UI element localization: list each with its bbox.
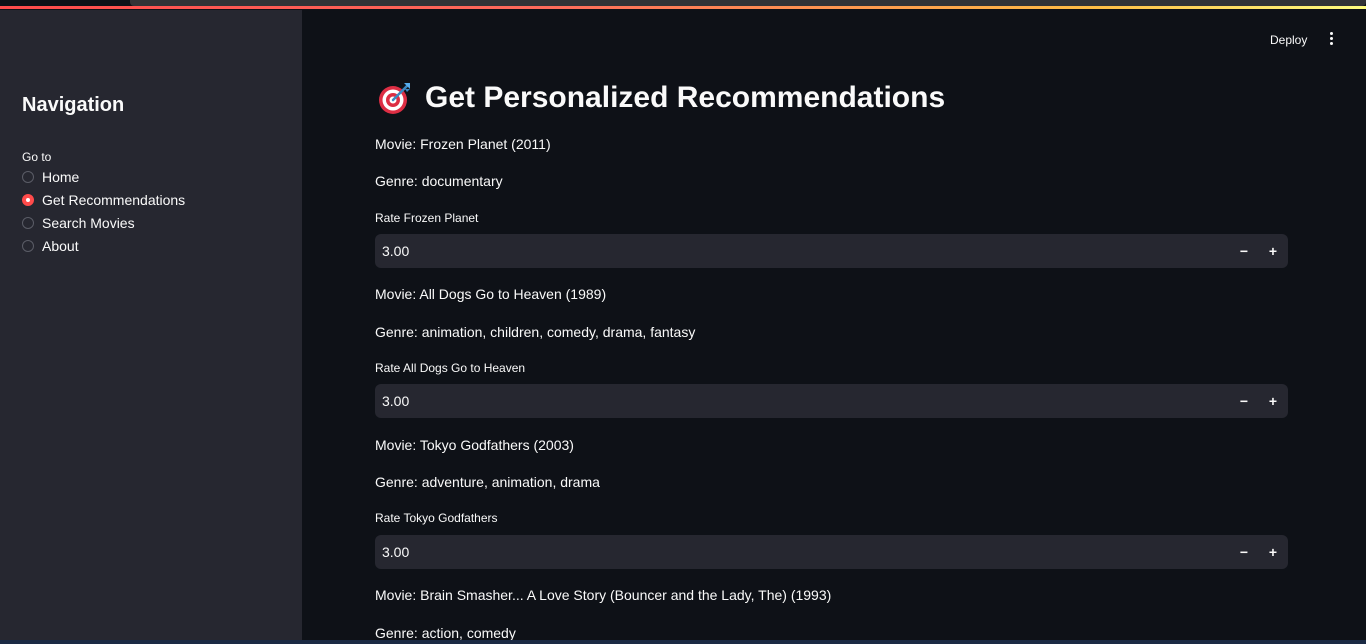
radio-circle-icon[interactable]: [22, 170, 34, 183]
rating-number-input: − +: [375, 535, 1288, 569]
decrement-button[interactable]: −: [1230, 384, 1258, 418]
movie-genre-line: Genre: animation, children, comedy, dram…: [375, 324, 696, 340]
radio-circle-icon[interactable]: [22, 216, 34, 229]
nav-option-label: Search Movies: [42, 214, 135, 231]
radio-circle-icon[interactable]: [22, 239, 34, 252]
top-gradient-bar: [0, 6, 1366, 9]
sidebar-title: Navigation: [22, 94, 125, 116]
rating-number-input: − +: [375, 384, 1288, 418]
top-decoration: [0, 0, 1366, 10]
radio-circle-selected-icon[interactable]: [22, 193, 34, 206]
rating-number-input: − +: [375, 234, 1288, 268]
nav-option-label: Home: [42, 168, 80, 185]
nav-option-get-recommendations[interactable]: Get Recommendations: [22, 188, 185, 211]
target-dart-icon: [379, 83, 410, 114]
rating-input-label: Rate All Dogs Go to Heaven: [375, 361, 526, 375]
rating-input-label: Rate Tokyo Godfathers: [375, 511, 498, 525]
decrement-button[interactable]: −: [1230, 234, 1258, 268]
nav-option-search-movies[interactable]: Search Movies: [22, 211, 185, 234]
nav-option-label: About: [42, 237, 79, 254]
main-menu-kebab-icon[interactable]: [1322, 30, 1340, 50]
increment-button[interactable]: +: [1259, 234, 1287, 268]
rating-field[interactable]: [382, 535, 1202, 569]
movie-title-line: Movie: All Dogs Go to Heaven (1989): [375, 286, 607, 302]
nav-option-home[interactable]: Home: [22, 165, 185, 188]
sidebar: Navigation Go to Home Get Recommendation…: [0, 10, 302, 644]
increment-button[interactable]: +: [1259, 384, 1287, 418]
radio-group-label: Go to: [22, 150, 52, 164]
rating-field[interactable]: [382, 234, 1202, 268]
movie-title-line: Movie: Frozen Planet (2011): [375, 136, 551, 152]
movie-genre-line: Genre: documentary: [375, 173, 503, 189]
rating-input-label: Rate Frozen Planet: [375, 211, 479, 225]
nav-option-label: Get Recommendations: [42, 191, 186, 208]
deploy-button[interactable]: Deploy: [1262, 31, 1315, 49]
decrement-button[interactable]: −: [1230, 535, 1258, 569]
movie-genre-line: Genre: adventure, animation, drama: [375, 474, 600, 490]
page-title-text: Get Personalized Recommendations: [425, 81, 946, 114]
rating-field[interactable]: [382, 384, 1202, 418]
nav-radio-group: Home Get Recommendations Search Movies A…: [22, 165, 185, 257]
increment-button[interactable]: +: [1259, 535, 1287, 569]
movie-title-line: Movie: Tokyo Godfathers (2003): [375, 437, 574, 453]
movie-title-line: Movie: Brain Smasher... A Love Story (Bo…: [375, 587, 832, 603]
bottom-edge: [0, 640, 1366, 644]
page-title: Get Personalized Recommendations: [377, 80, 945, 116]
movie-genre-line: Genre: action, comedy: [375, 625, 516, 641]
nav-option-about[interactable]: About: [22, 234, 185, 257]
